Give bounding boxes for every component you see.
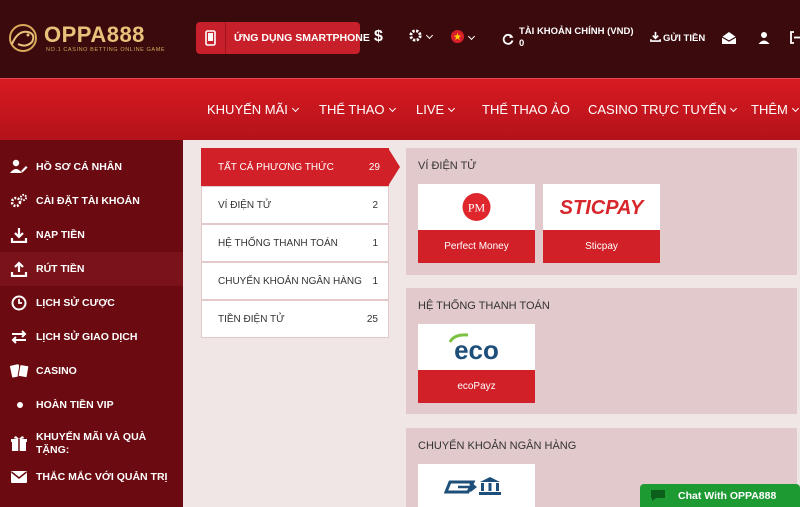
chevron-down-icon	[425, 31, 434, 40]
sidebar-item-withdraw[interactable]: RÚT TIỀN	[0, 252, 183, 286]
gears-icon	[10, 193, 28, 208]
panel-title: CHUYỂN KHOẢN NGÂN HÀNG	[418, 440, 577, 452]
clock-icon	[11, 295, 27, 311]
vietnam-flag-icon	[450, 29, 465, 44]
chevron-down-icon	[730, 104, 738, 113]
perfect-money-logo-icon: PM	[462, 193, 491, 221]
live-chat-button[interactable]: Chat With OPPA888	[640, 484, 800, 507]
svg-text:STICPAY: STICPAY	[560, 197, 645, 219]
envelope-icon	[11, 471, 27, 483]
refresh-icon	[502, 33, 514, 45]
deposit-button[interactable]: GỬI TIỀN	[650, 31, 705, 44]
cards-icon	[10, 364, 30, 379]
dragon-emblem-icon	[9, 24, 37, 52]
chevron-down-icon	[467, 32, 476, 41]
top-bar: OPPA888 NO.1 CASINO BETTING ONLINE GAME …	[0, 0, 800, 78]
sidebar-item-casino[interactable]: CASINO	[0, 354, 183, 388]
language-dropdown[interactable]	[450, 29, 476, 47]
nav-more[interactable]: THÊM	[751, 102, 799, 117]
method-ewallet[interactable]: VÍ ĐIỆN TỬ 2	[201, 186, 389, 224]
sidebar-item-promotions-gifts[interactable]: KHUYẾN MÃI VÀ QUÀ TẶNG:	[0, 422, 183, 464]
sidebar-item-account-settings[interactable]: CÀI ĐẶT TÀI KHOẢN	[0, 184, 183, 218]
card-label: Sticpay	[543, 230, 660, 263]
sidebar-item-bet-history[interactable]: LỊCH SỬ CƯỢC	[0, 286, 183, 320]
sidebar-item-contact-admin[interactable]: THẮC MẮC VỚI QUẢN TRỊ	[0, 460, 183, 494]
account-balance: 0	[519, 38, 525, 49]
sticpay-logo-icon: STICPAY	[560, 197, 645, 219]
method-payment-system[interactable]: HỆ THỐNG THANH TOÁN 1	[201, 224, 389, 262]
panel-ewallet: VÍ ĐIỆN TỬ PM Perfect Money STICPAY Stic…	[406, 148, 797, 275]
upload-icon	[10, 261, 28, 277]
nav-live-casino[interactable]: CASINO TRỰC TUYẾN	[588, 102, 738, 117]
nav-sports[interactable]: THỂ THAO	[319, 102, 396, 117]
exchange-icon	[11, 330, 27, 344]
gift-icon	[11, 436, 27, 451]
chat-label: Chat With OPPA888	[678, 490, 777, 502]
method-bank-transfer[interactable]: CHUYỂN KHOẢN NGÂN HÀNG 1	[201, 262, 389, 300]
smartphone-app-button[interactable]: ỨNG DỤNG SMARTPHONE	[196, 22, 370, 54]
panel-payment-system: HỆ THỐNG THANH TOÁN eco ecoPayz	[406, 288, 797, 414]
download-icon	[650, 31, 661, 42]
sidebar-item-profile[interactable]: HỒ SƠ CÁ NHÂN	[0, 150, 183, 184]
user-icon[interactable]	[758, 31, 770, 44]
card-ecopayz[interactable]: eco ecoPayz	[418, 324, 535, 403]
svg-text:PM: PM	[468, 201, 486, 215]
download-icon	[10, 228, 28, 243]
smartphone-icon	[205, 30, 216, 46]
active-arrow	[388, 148, 400, 186]
main-nav: KHUYẾN MÃI THỂ THAO LIVE THỂ THAO ẢO CAS…	[0, 78, 800, 140]
card-sticpay[interactable]: STICPAY Sticpay	[543, 184, 660, 263]
chevron-down-icon	[291, 104, 299, 113]
chat-bubble-icon	[651, 490, 665, 501]
method-all[interactable]: TẤT CẢ PHƯƠNG THỨC 29	[201, 148, 400, 186]
dollar-icon[interactable]: $	[374, 28, 383, 46]
panel-title: VÍ ĐIỆN TỬ	[418, 160, 477, 172]
logout-icon[interactable]	[790, 31, 800, 44]
card-perfect-money[interactable]: PM Perfect Money	[418, 184, 535, 263]
settings-dropdown[interactable]	[408, 28, 434, 46]
ecopayz-logo-icon: eco	[448, 333, 499, 365]
user-edit-icon	[10, 159, 28, 173]
brand-tagline: NO.1 CASINO BETTING ONLINE GAME	[46, 47, 166, 53]
nav-virtual-sports[interactable]: THỂ THAO ẢO	[482, 102, 570, 117]
nav-promotions[interactable]: KHUYẾN MÃI	[207, 102, 299, 117]
card-label: Perfect Money	[418, 230, 535, 263]
card-bank-transfer[interactable]	[418, 464, 535, 507]
chevron-down-icon	[388, 104, 396, 113]
svg-text:eco: eco	[454, 335, 499, 365]
nav-live[interactable]: LIVE	[416, 102, 456, 117]
card-label: ecoPayz	[418, 370, 535, 403]
chevron-down-icon	[791, 104, 799, 113]
sidebar-item-transaction-history[interactable]: LỊCH SỬ GIAO DỊCH	[0, 320, 183, 354]
method-crypto[interactable]: TIỀN ĐIỆN TỬ 25	[201, 300, 389, 338]
gear-icon	[409, 29, 422, 42]
smartphone-app-label: ỨNG DỤNG SMARTPHONE	[234, 32, 370, 44]
sidebar-item-deposit[interactable]: NẠP TIỀN	[0, 218, 183, 252]
dot-icon	[17, 402, 23, 408]
brand-name: OPPA888	[44, 22, 145, 47]
brand-logo[interactable]: OPPA888 NO.1 CASINO BETTING ONLINE GAME	[6, 20, 165, 60]
main-account-balance[interactable]: TÀI KHOẢN CHÍNH (VND) 0	[502, 26, 634, 52]
chevron-down-icon	[448, 104, 456, 113]
account-sidebar: HỒ SƠ CÁ NHÂN CÀI ĐẶT TÀI KHOẢN NẠP TIỀN…	[0, 140, 183, 507]
deposit-label: GỬI TIỀN	[663, 33, 706, 44]
envelope-open-icon[interactable]	[721, 31, 737, 45]
account-label: TÀI KHOẢN CHÍNH (VND)	[519, 26, 634, 37]
bank-transfer-icon	[443, 477, 501, 495]
sidebar-item-vip-rebate[interactable]: HOÀN TIỀN VIP	[0, 388, 183, 422]
panel-title: HỆ THỐNG THANH TOÁN	[418, 300, 550, 312]
